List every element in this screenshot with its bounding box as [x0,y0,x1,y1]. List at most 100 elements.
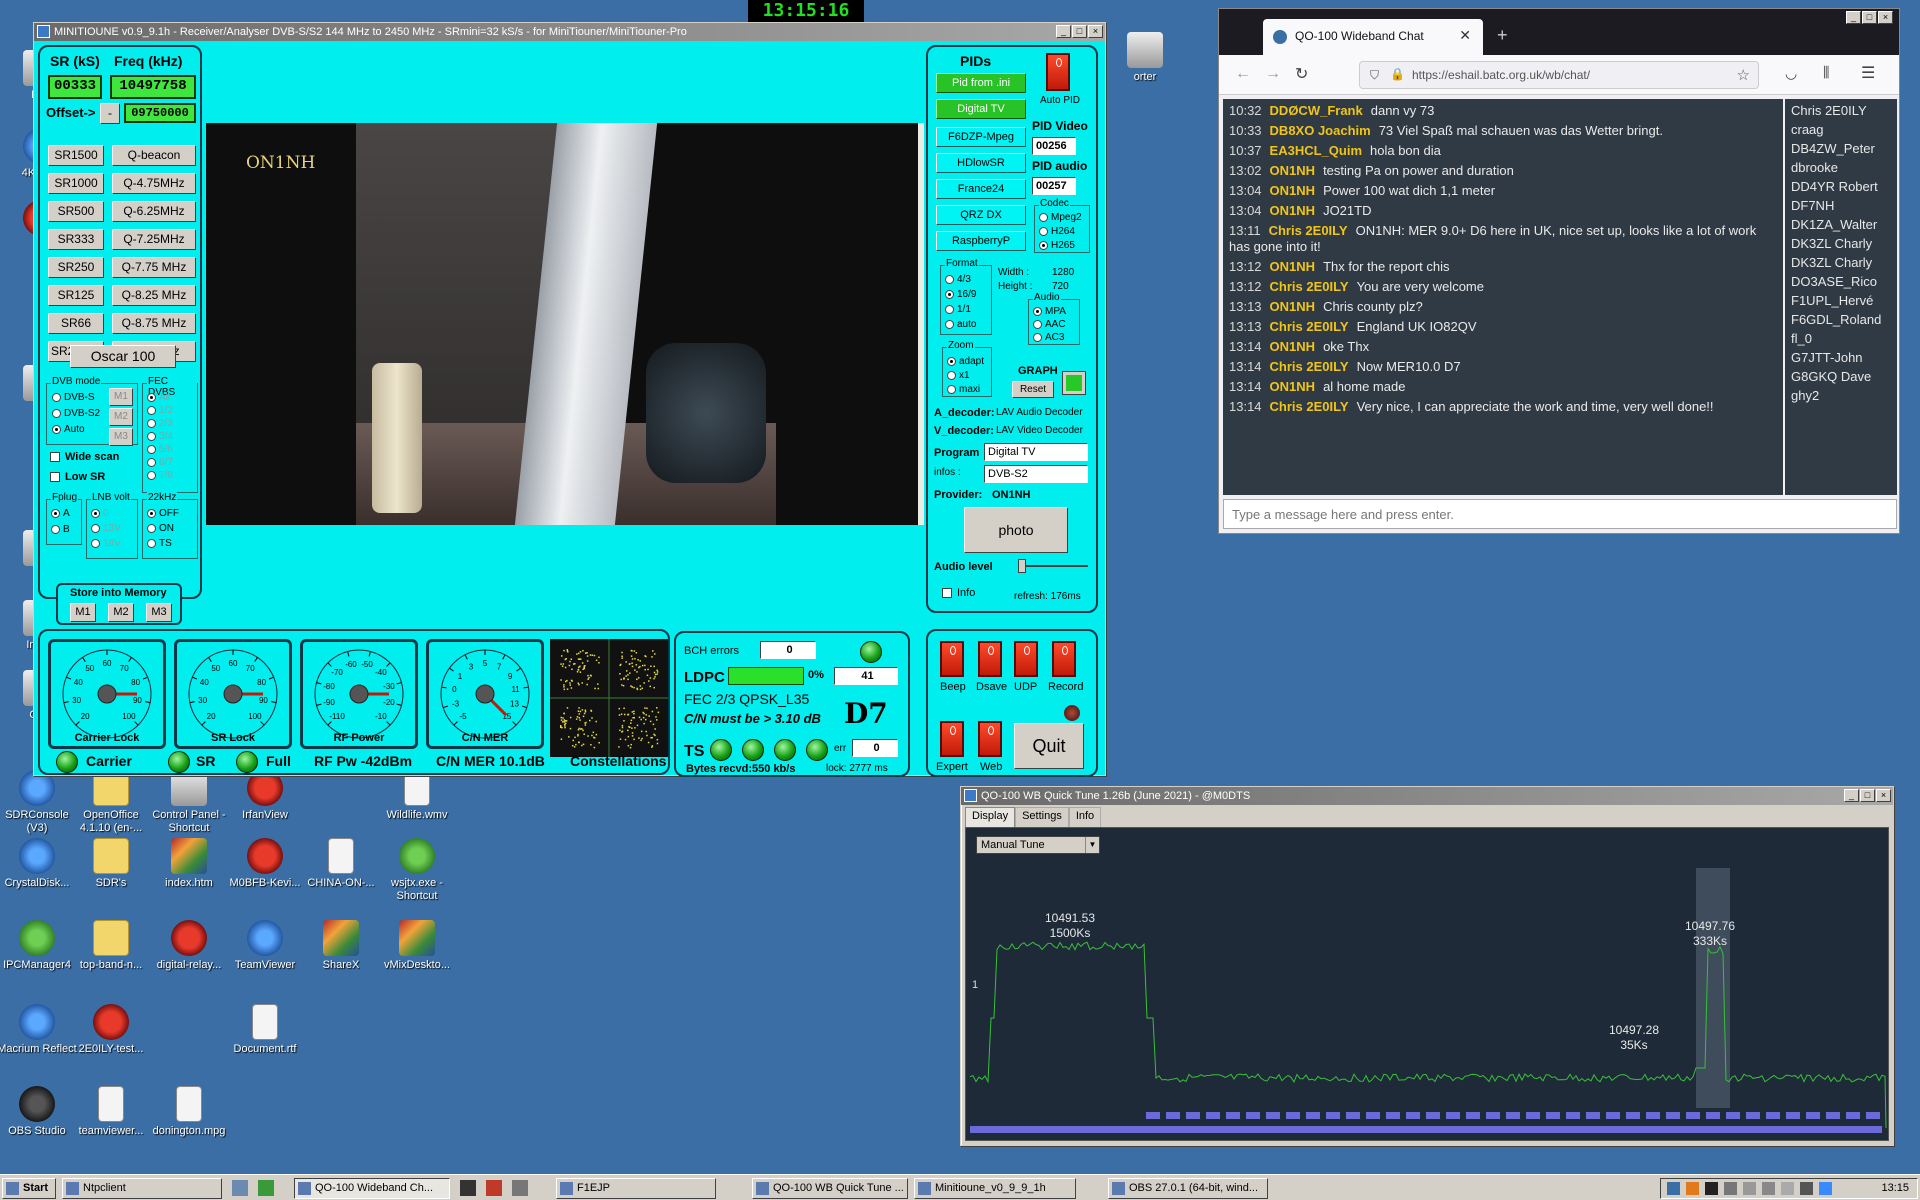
desktop-icon[interactable]: donington.mpg [148,1086,230,1138]
quicklaunch-icon[interactable] [486,1180,502,1196]
start-button[interactable]: Start [2,1178,56,1199]
qt-minimize-button[interactable]: _ [1844,789,1859,802]
message-nick[interactable]: ON1NH [1270,203,1316,218]
channel-marker[interactable] [1186,1112,1200,1119]
channel-marker[interactable] [1506,1112,1520,1119]
tray-clock[interactable]: 13:15 [1881,1182,1909,1194]
format-option[interactable]: 4/3 [945,274,976,286]
dvb-mode-option[interactable]: DVB-S2 [52,408,100,420]
fec-option[interactable]: All [147,392,173,404]
channel-marker[interactable] [1586,1112,1600,1119]
offset-sign-button[interactable]: - [100,103,120,124]
desktop-icon[interactable]: Wildlife.wmv [376,770,458,822]
bookmark-star-icon[interactable]: ☆ [1737,66,1750,84]
codec-option[interactable]: H265 [1039,240,1082,252]
desktop-icon[interactable]: Document.rtf [224,1004,306,1056]
channel-marker[interactable] [1546,1112,1560,1119]
browser-maximize-button[interactable]: □ [1862,11,1877,24]
codec-option[interactable]: H264 [1039,226,1082,238]
lnb-option[interactable]: 13V [91,523,121,535]
lnb-option[interactable]: 18V [91,538,121,550]
user-list-item[interactable]: G7JTT-John [1785,348,1897,367]
channel-marker[interactable] [1346,1112,1360,1119]
channel-marker[interactable] [1486,1112,1500,1119]
tray-icon[interactable] [1667,1182,1680,1195]
dvb-mode-option[interactable]: DVB-S [52,392,100,404]
freq-preset-button[interactable]: Q-7.25MHz [112,229,196,250]
pid-from-ini-button[interactable]: Pid from .ini [936,73,1026,93]
desktop-icon[interactable]: CrystalDisk... [0,838,78,890]
low-sr-checkbox[interactable]: Low SR [50,471,105,483]
store-m1-button[interactable]: M1 [70,603,96,622]
graph-toggle[interactable] [1062,371,1086,395]
quicklaunch-icon[interactable] [258,1180,274,1196]
qt-close-button[interactable]: × [1876,789,1891,802]
sr-preset-button[interactable]: SR500 [48,201,104,222]
format-option[interactable]: 16/9 [945,289,976,301]
channel-marker-bar[interactable] [970,1126,1882,1133]
browser-tab[interactable]: QO-100 Wideband Chat ✕ [1263,19,1483,55]
tray-icon[interactable] [1724,1182,1737,1195]
quit-button[interactable]: Quit [1014,723,1084,769]
channel-marker[interactable] [1686,1112,1700,1119]
maximize-button[interactable]: □ [1072,25,1087,38]
fec-option[interactable]: 2/3 [147,418,173,430]
freq-preset-button[interactable]: Q-8.75 MHz [112,313,196,334]
sr-preset-button[interactable]: SR1500 [48,145,104,166]
web-switch[interactable] [978,721,1002,757]
fplug-option[interactable]: B [51,524,70,536]
reload-icon[interactable]: ↻ [1295,64,1308,84]
pid-preset-button[interactable]: France24 [936,179,1026,199]
channel-marker[interactable] [1766,1112,1780,1119]
message-nick[interactable]: ON1NH [1270,183,1316,198]
fec-option[interactable]: 7/8 [147,470,173,482]
channel-marker[interactable] [1846,1112,1860,1119]
format-option[interactable]: 1/1 [945,304,976,316]
channel-marker[interactable] [1366,1112,1380,1119]
freq-preset-button[interactable]: Q-beacon [112,145,196,166]
user-list-item[interactable]: fl_0 [1785,329,1897,348]
sr-preset-button[interactable]: SR66 [48,313,104,334]
channel-marker[interactable] [1206,1112,1220,1119]
store-m2-button[interactable]: M2 [108,603,134,622]
message-nick[interactable]: Chris 2E0ILY [1269,223,1348,238]
fplug-option[interactable]: A [51,508,70,520]
audio-codec-option[interactable]: AAC [1033,319,1066,331]
user-list-item[interactable]: Chris 2E0ILY [1785,101,1897,120]
wide-scan-checkbox[interactable]: Wide scan [50,451,119,463]
channel-marker[interactable] [1146,1112,1160,1119]
tray-icon[interactable] [1819,1182,1832,1195]
dsave-switch[interactable] [978,641,1002,677]
zoom-option[interactable]: maxi [947,384,984,396]
pid-video-field[interactable]: 00256 [1032,137,1076,155]
channel-marker[interactable] [1426,1112,1440,1119]
channel-marker[interactable] [1526,1112,1540,1119]
audio-level-thumb[interactable] [1018,559,1026,573]
expert-switch[interactable] [940,721,964,757]
freq-preset-button[interactable]: Q-6.25MHz [112,201,196,222]
desktop-icon[interactable]: digital-relay... [148,920,230,972]
user-list-item[interactable]: DF7NH [1785,196,1897,215]
pid-preset-button[interactable]: QRZ DX [936,205,1026,225]
new-tab-button[interactable]: + [1497,25,1508,46]
message-nick[interactable]: ON1NH [1270,379,1316,394]
udp-switch[interactable] [1014,641,1038,677]
taskbar-item-quicktune[interactable]: QO-100 WB Quick Tune ... [752,1178,908,1199]
desktop-icon[interactable]: orter [1104,32,1186,84]
desktop-icon[interactable]: Control Panel - Shortcut [148,770,230,835]
channel-marker[interactable] [1306,1112,1320,1119]
fec-option[interactable]: 6/7 [147,457,173,469]
desktop-icon[interactable]: SDRConsole (V3) [0,770,78,835]
message-nick[interactable]: Chris 2E0ILY [1270,319,1349,334]
desktop-icon[interactable]: ShareX [300,920,382,972]
fec-option[interactable]: 5/6 [147,444,173,456]
freq-field[interactable]: 10497758 [110,75,196,99]
22khz-option[interactable]: ON [147,523,179,535]
desktop-icon[interactable]: teamviewer... [70,1086,152,1138]
taskbar-item-minitioune[interactable]: Minitioune_v0_9_9_1h [914,1178,1076,1199]
freq-preset-button[interactable]: Q-7.75 MHz [112,257,196,278]
channel-marker[interactable] [1286,1112,1300,1119]
tray-icon[interactable] [1762,1182,1775,1195]
zoom-option[interactable]: x1 [947,370,984,382]
mode-m1-button[interactable]: M1 [109,388,133,406]
